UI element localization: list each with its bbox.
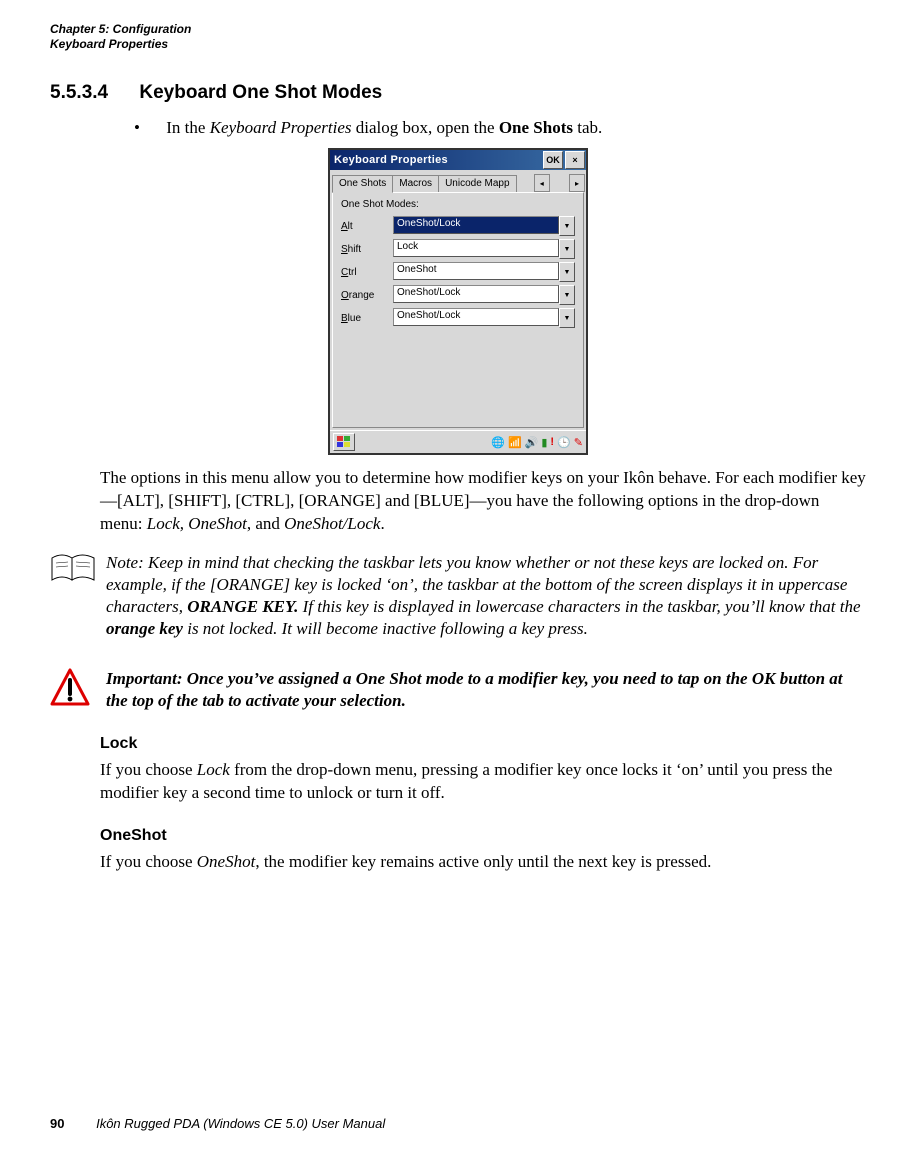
row-shift: Shift Lock ▼ [341,239,575,259]
label-alt: Alt [341,221,393,232]
tray-battery-icon[interactable]: ▮ [541,436,547,449]
combo-alt-value: OneShot/Lock [393,216,559,234]
tray-clock-icon[interactable]: 🕒 [557,436,571,449]
keyboard-properties-dialog-figure: Keyboard Properties OK × One Shots Macro… [328,148,588,455]
keyboard-properties-dialog: Keyboard Properties OK × One Shots Macro… [328,148,588,455]
combo-blue[interactable]: OneShot/Lock ▼ [393,308,575,328]
tray-pen-icon[interactable]: ✎ [574,436,583,449]
combo-ctrl[interactable]: OneShot ▼ [393,262,575,282]
note-text: Note: Keep in mind that checking the tas… [106,552,866,640]
procedure-step: • In the Keyboard Properties dialog box,… [134,118,866,138]
tray-network-icon[interactable]: 📶 [508,436,522,449]
book-icon [50,552,106,640]
windows-logo-icon [337,436,351,448]
label-shift: Shift [341,244,393,255]
tab-strip: One Shots Macros Unicode Mapp ◂ ▸ [330,172,586,192]
footer-title: Ikôn Rugged PDA (Windows CE 5.0) User Ma… [96,1116,385,1131]
close-button[interactable]: × [565,151,585,169]
page-footer: 90 Ikôn Rugged PDA (Windows CE 5.0) User… [50,1116,385,1131]
row-blue: Blue OneShot/Lock ▼ [341,308,575,328]
warning-icon [50,668,106,713]
important-text: Important: Once you’ve assigned a One Sh… [106,668,866,712]
chevron-down-icon[interactable]: ▼ [559,239,575,259]
row-ctrl: Ctrl OneShot ▼ [341,262,575,282]
combo-alt[interactable]: OneShot/Lock ▼ [393,216,575,236]
note-block: Note: Keep in mind that checking the tas… [50,552,866,640]
bullet-icon: • [134,118,162,138]
body-paragraph-1: The options in this menu allow you to de… [100,467,866,536]
running-header-chapter: Chapter 5: Configuration [50,22,866,37]
running-header-section: Keyboard Properties [50,37,866,52]
chevron-down-icon[interactable]: ▼ [559,262,575,282]
combo-ctrl-value: OneShot [393,262,559,280]
combo-orange[interactable]: OneShot/Lock ▼ [393,285,575,305]
taskbar: 🌐 📶 🔊 ▮ ! 🕒 ✎ [330,430,586,453]
start-button[interactable] [333,433,355,451]
combo-blue-value: OneShot/Lock [393,308,559,326]
lock-paragraph: If you choose Lock from the drop-down me… [100,759,866,805]
combo-shift[interactable]: Lock ▼ [393,239,575,259]
oneshot-paragraph: If you choose OneShot, the modifier key … [100,851,866,874]
dialog-title: Keyboard Properties [334,154,542,166]
tab-scroll-right[interactable]: ▸ [569,174,585,192]
chevron-down-icon[interactable]: ▼ [559,216,575,236]
tab-unicode[interactable]: Unicode Mapp [438,175,516,192]
tray-volume-icon[interactable]: 🔊 [525,436,539,449]
label-orange: Orange [341,290,393,301]
tray-globe-icon[interactable]: 🌐 [491,436,505,449]
tab-pane: One Shot Modes: Alt OneShot/Lock ▼ Shift… [332,192,584,428]
section-heading: 5.5.3.4 Keyboard One Shot Modes [50,82,866,104]
group-label: One Shot Modes: [341,199,575,210]
ok-button[interactable]: OK [543,151,563,169]
subhead-lock: Lock [100,735,866,753]
row-alt: Alt OneShot/Lock ▼ [341,216,575,236]
chevron-down-icon[interactable]: ▼ [559,285,575,305]
combo-shift-value: Lock [393,239,559,257]
dialog-titlebar: Keyboard Properties OK × [330,150,586,170]
page-number: 90 [50,1116,64,1131]
section-title: Keyboard One Shot Modes [139,82,382,103]
label-blue: Blue [341,313,393,324]
chevron-down-icon[interactable]: ▼ [559,308,575,328]
system-tray: 🌐 📶 🔊 ▮ ! 🕒 ✎ [491,436,583,449]
tab-scroll-left[interactable]: ◂ [534,174,550,192]
tab-one-shots[interactable]: One Shots [332,175,393,193]
section-number: 5.5.3.4 [50,82,108,103]
tray-alert-icon[interactable]: ! [550,436,554,448]
important-block: Important: Once you’ve assigned a One Sh… [50,668,866,713]
subhead-oneshot: OneShot [100,827,866,845]
row-orange: Orange OneShot/Lock ▼ [341,285,575,305]
step-text: In the Keyboard Properties dialog box, o… [166,118,602,137]
tab-macros[interactable]: Macros [392,175,439,192]
label-ctrl: Ctrl [341,267,393,278]
combo-orange-value: OneShot/Lock [393,285,559,303]
